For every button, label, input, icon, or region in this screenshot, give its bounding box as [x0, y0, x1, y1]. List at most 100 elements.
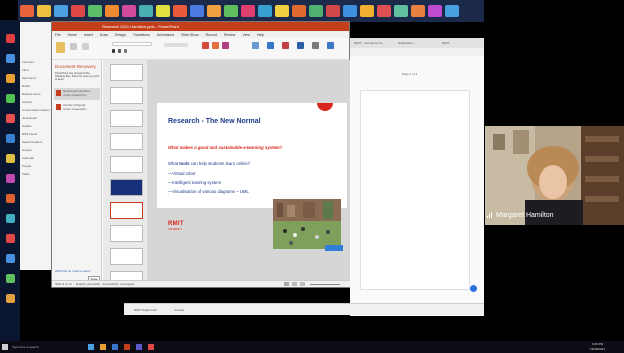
- menu-file[interactable]: File: [55, 33, 61, 37]
- folder-item[interactable]: Sent Items: [22, 76, 36, 80]
- app-icon[interactable]: [6, 114, 15, 123]
- reading-view-icon[interactable]: [300, 282, 305, 286]
- folder-item[interactable]: Tasks: [22, 172, 30, 176]
- menu-record[interactable]: Record: [206, 33, 217, 37]
- taskbar-app-icon[interactable]: [136, 344, 142, 350]
- underline-icon[interactable]: [124, 49, 127, 53]
- taskbar-app-icon[interactable]: [100, 344, 106, 350]
- app-icon[interactable]: [6, 94, 15, 103]
- comments-icon[interactable]: [312, 42, 319, 49]
- current-slide[interactable]: Research - The New Normal What makes a g…: [157, 103, 347, 251]
- paragraph-group[interactable]: [164, 43, 188, 47]
- app-icon[interactable]: [6, 194, 15, 203]
- layout-icon[interactable]: [82, 43, 89, 50]
- tab-icon[interactable]: [376, 5, 391, 17]
- menu-help[interactable]: Help: [257, 33, 264, 37]
- app-icon[interactable]: [6, 174, 15, 183]
- normal-view-icon[interactable]: [284, 282, 289, 286]
- new-slide-icon[interactable]: [70, 43, 77, 50]
- app-icon[interactable]: [6, 274, 15, 283]
- recovery-help-link[interactable]: Which file do I want to save?: [55, 269, 91, 273]
- tab-icon[interactable]: [104, 5, 119, 17]
- folder-item[interactable]: Calendar: [22, 156, 34, 160]
- app-icon[interactable]: [6, 294, 15, 303]
- dictate-icon[interactable]: [267, 42, 274, 49]
- menu-animations[interactable]: Animations: [157, 33, 174, 37]
- taskbar-app-icon[interactable]: [88, 344, 94, 350]
- folder-item[interactable]: Inbox: [22, 68, 29, 72]
- paste-icon[interactable]: [56, 42, 65, 53]
- bold-icon[interactable]: [112, 49, 115, 53]
- recovery-item[interactable]: Sanford.pptx [AutoRec... Version created…: [54, 88, 100, 100]
- slide-thumbnail[interactable]: [110, 64, 143, 81]
- tab-icon[interactable]: [342, 5, 357, 17]
- app-icon[interactable]: [6, 254, 15, 263]
- tab-icon[interactable]: [274, 5, 289, 17]
- share-icon[interactable]: [297, 42, 304, 49]
- menu-home[interactable]: Home: [68, 33, 77, 37]
- zoom-slider[interactable]: [310, 284, 340, 285]
- tab-icon[interactable]: [359, 5, 374, 17]
- browser-tab[interactable]: RMIT - Canvas for M...: [354, 41, 394, 45]
- menu-review[interactable]: Review: [224, 33, 235, 37]
- menu-draw[interactable]: Draw: [100, 33, 108, 37]
- tab-icon[interactable]: [19, 5, 34, 17]
- folder-item[interactable]: RSS Feeds: [22, 132, 37, 136]
- taskbar-app-icon[interactable]: [124, 344, 130, 350]
- tab-icon[interactable]: [87, 5, 102, 17]
- app-icon[interactable]: [6, 154, 15, 163]
- recovery-item[interactable]: Hamilton [Original] Version created last…: [54, 102, 100, 114]
- arrange-icon[interactable]: [212, 42, 219, 49]
- tab-icon[interactable]: [206, 5, 221, 17]
- folder-item[interactable]: People: [22, 164, 31, 168]
- tab-icon[interactable]: [36, 5, 51, 17]
- app-icon[interactable]: [6, 134, 15, 143]
- slide-thumbnail[interactable]: [110, 156, 143, 173]
- tab-icon[interactable]: [138, 5, 153, 17]
- tab-icon[interactable]: [257, 5, 272, 17]
- slide-thumbnail[interactable]: [110, 179, 143, 196]
- tab-icon[interactable]: [444, 5, 459, 17]
- teams-icon[interactable]: [327, 42, 334, 49]
- folder-item[interactable]: Deleted Items: [22, 92, 41, 96]
- tab-icon[interactable]: [325, 5, 340, 17]
- tab-icon[interactable]: [172, 5, 187, 17]
- tab-icon[interactable]: [223, 5, 238, 17]
- italic-icon[interactable]: [118, 49, 121, 53]
- app-icon[interactable]: [6, 234, 15, 243]
- browser-tab[interactable]: Notification...: [398, 41, 438, 45]
- slide-thumbnail-selected[interactable]: [110, 202, 143, 219]
- folder-item[interactable]: Favorites: [22, 60, 34, 64]
- tab-icon[interactable]: [291, 5, 306, 17]
- folder-item[interactable]: Junk Email: [22, 116, 37, 120]
- tab-icon[interactable]: [189, 5, 204, 17]
- bottom-tab[interactable]: RMIT Digital Hub: [134, 308, 157, 312]
- slide-thumbnail[interactable]: [110, 87, 143, 104]
- folder-item[interactable]: Groups: [22, 148, 32, 152]
- app-icon[interactable]: [6, 34, 15, 43]
- menu-transitions[interactable]: Transitions: [133, 33, 150, 37]
- folder-item[interactable]: Archive: [22, 100, 32, 104]
- start-icon[interactable]: [2, 344, 8, 350]
- designer-icon[interactable]: [282, 42, 289, 49]
- tab-icon[interactable]: [410, 5, 425, 17]
- folder-item[interactable]: Search Folders: [22, 140, 42, 144]
- tab-icon[interactable]: [121, 5, 136, 17]
- menu-design[interactable]: Design: [115, 33, 126, 37]
- font-selector[interactable]: [112, 42, 152, 46]
- app-icon[interactable]: [6, 74, 15, 83]
- find-icon[interactable]: [252, 42, 259, 49]
- tab-icon[interactable]: [427, 5, 442, 17]
- slide-thumbnail[interactable]: [110, 225, 143, 242]
- clock-time[interactable]: 6:09 PM: [592, 342, 603, 346]
- sorter-view-icon[interactable]: [292, 282, 297, 286]
- taskbar-app-icon[interactable]: [112, 344, 118, 350]
- bottom-tab[interactable]: Canvas: [174, 308, 184, 312]
- tab-icon[interactable]: [393, 5, 408, 17]
- tab-icon[interactable]: [53, 5, 68, 17]
- taskbar-search[interactable]: Type here to search: [12, 345, 39, 349]
- browser-tab[interactable]: RMIT...: [442, 41, 480, 45]
- tab-icon[interactable]: [155, 5, 170, 17]
- app-icon[interactable]: [6, 214, 15, 223]
- folder-item[interactable]: Drafts: [22, 84, 30, 88]
